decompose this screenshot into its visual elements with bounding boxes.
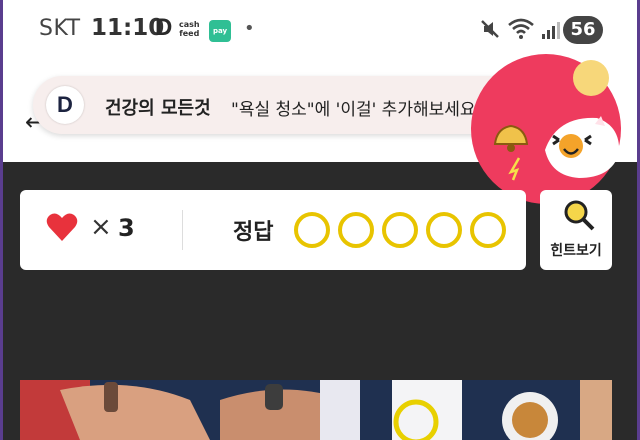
- heart-icon: [46, 213, 78, 241]
- notification-app-name: 건강의 모든것: [105, 98, 211, 119]
- floating-reward-bubble[interactable]: [471, 54, 621, 204]
- answer-slot: [426, 212, 462, 248]
- pay-status-icon: pay: [209, 20, 231, 42]
- cashfeed-status-icon: cash feed: [179, 20, 200, 38]
- quiz-photo-image: [20, 380, 612, 440]
- cashfeed-line1: cash: [179, 20, 200, 29]
- signal-icon: [542, 22, 560, 39]
- wifi-icon: [508, 18, 534, 39]
- hint-button[interactable]: 힌트보기: [540, 190, 612, 270]
- quiz-photo: [20, 380, 612, 440]
- app-frame: SKT 11:10 D cash feed pay • 56 ← D 건강의 모든…: [3, 0, 637, 440]
- magnifier-icon: [564, 200, 595, 231]
- score-panel: × 3 정답: [20, 190, 526, 270]
- answer-label: 정답: [233, 220, 274, 245]
- answer-slot: [294, 212, 330, 248]
- d-app-status-icon: D: [155, 14, 173, 41]
- answer-slot: [470, 212, 506, 248]
- divider: [182, 210, 183, 250]
- cashfeed-line2: feed: [179, 29, 200, 38]
- status-bar: SKT 11:10 D cash feed pay • 56: [3, 0, 637, 62]
- notification-app-icon: D: [46, 86, 84, 124]
- multiply-symbol: ×: [90, 212, 112, 242]
- battery-indicator: 56: [563, 16, 603, 44]
- more-notifications-dot: •: [244, 18, 255, 39]
- reward-mascot-icon: [493, 60, 620, 181]
- clock: 11:10: [91, 15, 165, 41]
- lives-count: 3: [118, 214, 135, 242]
- mute-icon: [481, 20, 499, 38]
- carrier-label: SKT: [39, 16, 81, 41]
- answer-slot: [382, 212, 418, 248]
- answer-slot: [338, 212, 374, 248]
- hint-label: 힌트보기: [550, 243, 602, 259]
